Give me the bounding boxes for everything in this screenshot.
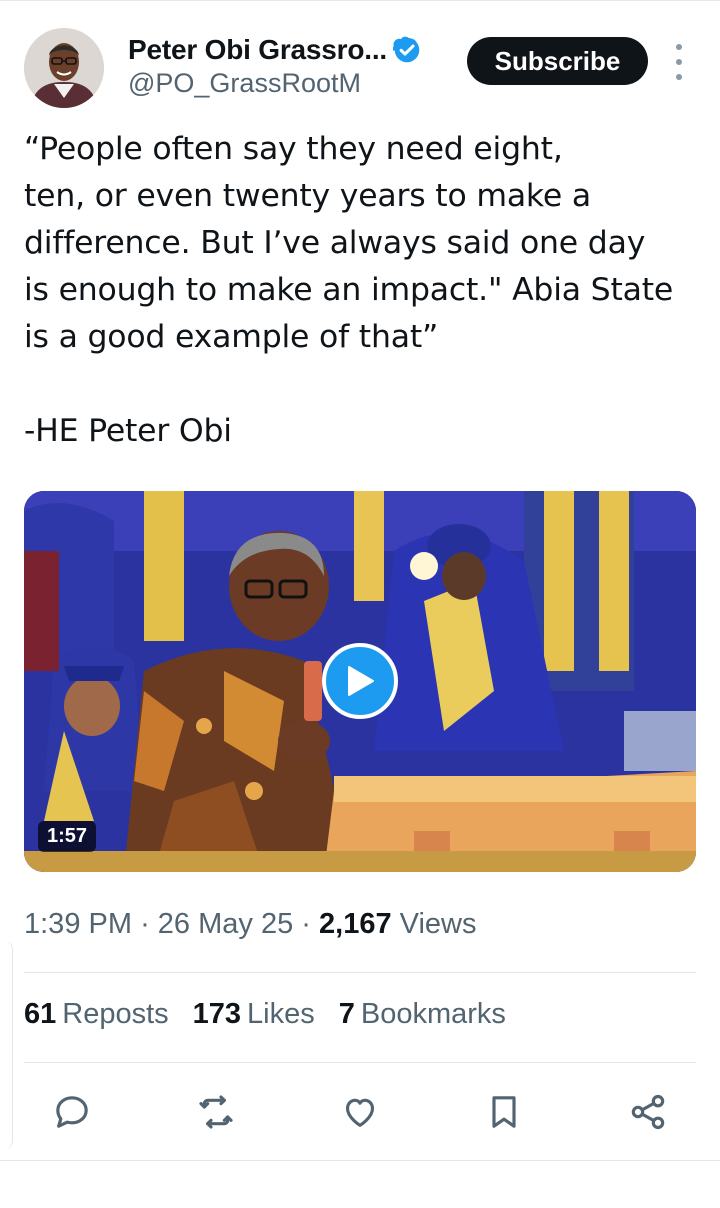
likes-count: 173	[192, 998, 242, 1030]
views-count: 2,167	[319, 908, 392, 940]
video-player[interactable]: 1:57	[24, 491, 696, 872]
engagement-stats: 61 Reposts 173 Likes 7 Bookmarks	[24, 998, 506, 1031]
views-label: Views	[399, 908, 477, 940]
divider	[0, 1160, 720, 1161]
avatar[interactable]	[24, 28, 104, 108]
share-icon[interactable]	[626, 1090, 670, 1134]
likes-label: Likes	[247, 998, 315, 1030]
divider	[24, 972, 696, 973]
author-handle[interactable]: @PO_GrassRootM	[128, 68, 361, 99]
reposts-label: Reposts	[62, 998, 169, 1030]
top-divider	[0, 0, 720, 7]
play-icon	[348, 666, 374, 696]
likes-stat[interactable]: 173 Likes	[193, 998, 315, 1031]
meta-separator: ·	[140, 908, 150, 940]
more-options-icon[interactable]	[666, 44, 692, 80]
bookmark-icon[interactable]	[482, 1090, 526, 1134]
reposts-count: 61	[24, 998, 57, 1030]
repost-icon[interactable]	[194, 1090, 238, 1134]
meta-separator: ·	[301, 908, 311, 940]
bookmarks-count: 7	[338, 998, 355, 1030]
like-icon[interactable]	[338, 1090, 382, 1134]
subscribe-button[interactable]: Subscribe	[467, 37, 648, 85]
video-duration: 1:57	[38, 821, 97, 852]
tweet-text: “People often say they need eight, ten, …	[24, 131, 674, 449]
author-name-row[interactable]: Peter Obi Grassro...	[128, 30, 421, 70]
post-date: 26 May 25	[157, 908, 294, 940]
reply-icon[interactable]	[50, 1090, 94, 1134]
tweet-meta: 1:39 PM · 26 May 25 · 2,167 Views	[24, 908, 477, 941]
action-bar	[0, 1084, 720, 1138]
verified-badge-icon	[393, 36, 420, 63]
author-name[interactable]: Peter Obi Grassro...	[128, 34, 387, 66]
play-button[interactable]	[322, 643, 398, 719]
reposts-stat[interactable]: 61 Reposts	[24, 998, 169, 1031]
bookmarks-label: Bookmarks	[360, 998, 506, 1030]
bookmarks-stat[interactable]: 7 Bookmarks	[339, 998, 506, 1031]
divider	[24, 1062, 696, 1063]
post-time: 1:39 PM	[24, 908, 132, 940]
